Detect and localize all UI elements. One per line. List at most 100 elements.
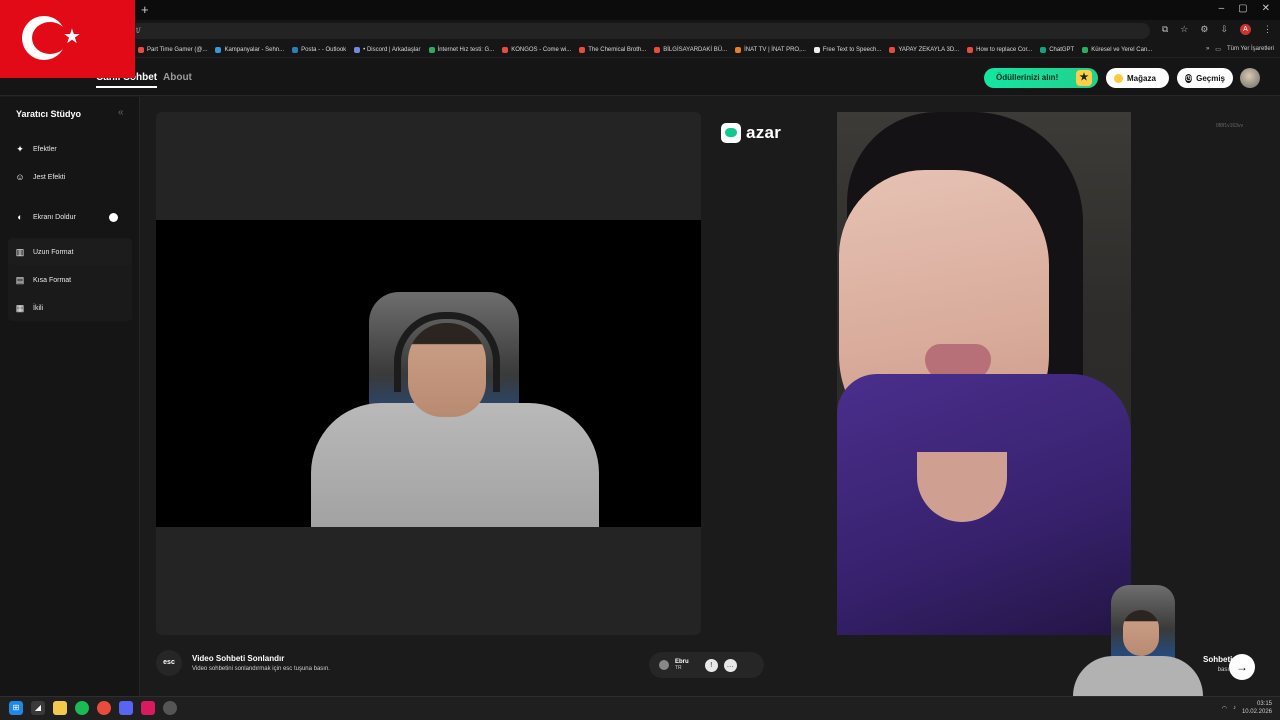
gift-icon: ★ [1076,70,1092,86]
bookmark-favicon-icon [654,46,661,53]
rewards-label: Ödüllerinizi alın! [996,73,1059,82]
bookmark-favicon-icon [579,46,586,53]
streamer-head [408,323,486,417]
esc-key-button[interactable]: esc [156,650,182,676]
app-header: Canlı Sohbet About Ödüllerinizi alın! ★ … [0,58,1280,96]
star-icon: ★ [63,26,81,48]
peer-country: TR [675,665,682,671]
browser-toolbar-icons: ⧉ ☆ ⚙ ⇩ A ⋮ [1162,24,1272,35]
history-label: Geçmiş [1196,73,1225,83]
maximize-icon[interactable]: ▢ [1238,3,1247,14]
extensions-icon[interactable]: ⚙ [1200,24,1208,35]
sidebar-item-dual[interactable]: ▦ İkili [8,295,132,321]
self-camera-video [156,220,701,527]
obs-icon[interactable] [163,701,177,715]
long-format-icon: ▥ [15,246,25,257]
bookmark-label: BİLGİSAYARDAKİ BÜ... [663,46,728,53]
bookmark-item[interactable]: KONGOS - Come wi... [502,46,571,53]
discord-icon[interactable] [119,701,133,715]
creative-studio-sidebar: Yaratıcı Stüdyo « ✦ Efektler ☺ Jest Efek… [0,97,140,696]
bookmark-label: Kampanyalar - Sehn... [224,46,285,53]
browser-menu-icon[interactable]: ⋮ [1263,24,1272,35]
peer-profile-icon[interactable] [659,660,669,670]
bookmark-item[interactable]: Part Time Gamer (@... [138,46,207,53]
bookmark-item[interactable]: Kampanyalar - Sehn... [215,46,285,53]
volume-icon[interactable]: ♪ [1233,705,1236,711]
all-bookmarks-link[interactable]: Tüm Yer İşaretleri [1227,46,1274,53]
next-chat-button[interactable]: → [1229,654,1255,680]
browser-tab-strip: + – ▢ ✕ [0,0,1280,20]
tiktok-icon[interactable] [141,701,155,715]
dual-format-icon: ▦ [15,302,25,313]
bookmark-label: ChatGPT [1049,46,1075,53]
minimize-icon[interactable]: – [1219,3,1225,14]
file-explorer-icon[interactable] [53,701,67,715]
sidebar-item-long-format[interactable]: ▥ Uzun Format [8,239,132,265]
bookmark-favicon-icon [354,46,361,53]
chrome-icon[interactable] [97,701,111,715]
bookmarks-right: » ▭ Tüm Yer İşaretleri [1206,46,1274,53]
bookmark-item[interactable]: ChatGPT [1040,46,1075,53]
peer-info-bar: Ebru TR ! … [649,652,764,678]
sidebar-item-label: Uzun Format [33,248,74,256]
bookmark-favicon-icon [1040,46,1047,53]
report-icon[interactable]: ! [704,658,718,672]
rewards-button[interactable]: Ödüllerinizi alın! ★ [984,68,1098,88]
bookmark-item[interactable]: İnternet Hız testi: G... [428,46,495,53]
bookmark-item[interactable]: İNAT TV | İNAT PRO,... [735,46,806,53]
bookmark-item[interactable]: • Discord | Arkadaşlar [354,46,421,53]
bookmark-label: İnternet Hız testi: G... [437,46,495,53]
new-tab-button[interactable]: + [141,2,149,17]
bookmark-item[interactable]: BİLGİSAYARDAKİ BÜ... [654,46,728,53]
bookmark-favicon-icon [967,46,974,53]
collapse-sidebar-button[interactable]: « [118,107,124,118]
bookmark-item[interactable]: YAPAY ZEKAYLA 3D... [889,46,959,53]
short-format-icon: ▤ [15,274,25,285]
app-icon[interactable]: ◢ [31,701,45,715]
tab-about[interactable]: About [163,72,192,83]
bookmark-label: Posta - - Outlook [301,46,347,53]
bookmark-favicon-icon [138,46,144,53]
bookmark-label: • Discord | Arkadaşlar [363,46,421,53]
windows-start-icon[interactable]: ⊞ [9,701,23,715]
fill-screen-toggle[interactable] [109,213,118,222]
sidebar-item-effects[interactable]: ✦ Efektler [8,136,132,162]
downloads-icon[interactable]: ⇩ [1220,24,1228,35]
profile-avatar[interactable]: A [1240,24,1251,35]
sidebar-item-short-format[interactable]: ▤ Kısa Format [8,267,132,293]
sidebar-title: Yaratıcı Stüdyo [16,109,82,119]
bookmark-item[interactable]: How to replace Cor... [967,46,1032,53]
windows-taskbar: ⊞ ◢ ◠ ♪ 03:15 10.02.2026 [0,696,1280,720]
bookmark-item[interactable]: Küresel ve Yerel Can... [1082,46,1152,53]
user-avatar[interactable] [1240,68,1260,88]
bookmark-item[interactable]: Free Text to Speech... [813,46,881,53]
history-button[interactable]: ◷ Geçmiş [1177,68,1233,88]
spotify-icon[interactable] [75,701,89,715]
sidebar-item-fill-screen[interactable]: ◐ Ekranı Doldur [8,204,132,230]
close-icon[interactable]: ✕ [1262,3,1270,14]
install-icon[interactable]: ⧉ [1162,24,1168,35]
streamer-body [311,403,599,527]
store-button[interactable]: Mağaza [1106,68,1169,88]
url-field[interactable]: t/ [130,23,1150,39]
system-tray: ◠ ♪ 03:15 10.02.2026 [1222,700,1272,716]
end-chat-title: Video Sohbeti Sonlandır [192,654,285,663]
sidebar-item-gesture-effect[interactable]: ☺ Jest Efekti [8,164,132,190]
bookmark-item[interactable]: Posta - - Outlook [292,46,347,53]
bookmark-star-icon[interactable]: ☆ [1180,24,1188,35]
clock[interactable]: 03:15 10.02.2026 [1242,700,1272,716]
bookmark-favicon-icon [813,46,820,53]
wifi-icon[interactable]: ◠ [1222,705,1227,712]
bookmark-favicon-icon [502,46,509,53]
sidebar-item-label: Kısa Format [33,276,72,284]
message-icon[interactable]: … [723,658,737,672]
crescent-icon [22,16,68,60]
bookmark-favicon-icon [889,46,896,53]
folder-icon: ▭ [1215,47,1221,53]
sidebar-item-label: Jest Efekti [33,173,66,181]
bookmark-item[interactable]: The Chemical Broth... [579,46,646,53]
gem-icon [1114,73,1123,83]
end-chat-hint: esc Video Sohbeti Sonlandır Video sohbet… [156,650,330,676]
window-controls: – ▢ ✕ [1219,3,1270,14]
bookmarks-more-button[interactable]: » [1206,46,1209,53]
